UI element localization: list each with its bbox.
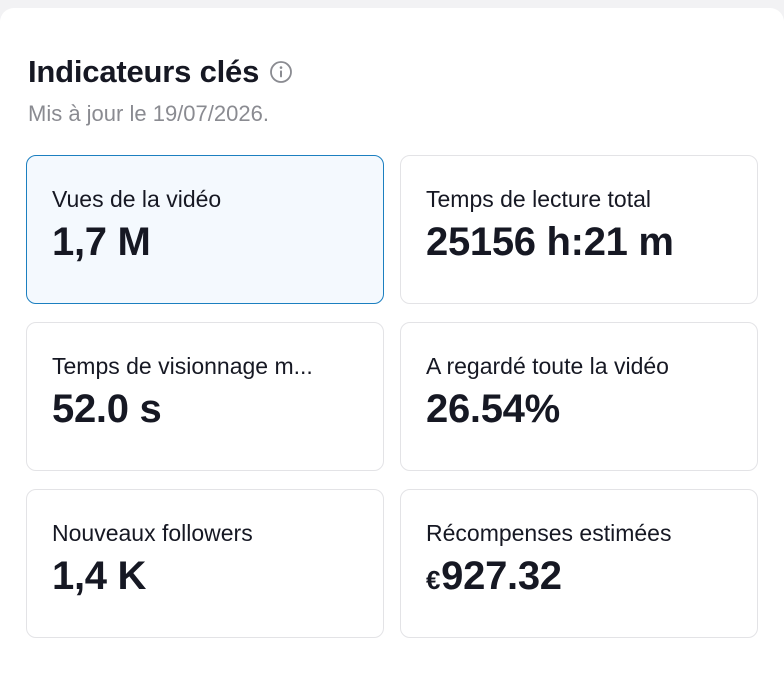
currency-symbol: € [426,565,441,595]
metric-label: Vues de la vidéo [52,186,222,212]
metric-card-video-views[interactable]: Vues de la vidéo 1,7 M [26,155,384,304]
metric-label: Temps de lecture total [426,186,652,212]
last-updated-text: Mis à jour le 19/07/2026. [28,101,269,126]
metric-card-watched-full-video[interactable]: A regardé toute la vidéo 26.54% [400,322,758,471]
panel-title: Indicateurs clés [28,54,260,89]
metric-value: 25156 h:21 m [426,220,674,264]
info-circle-icon[interactable] [269,60,293,84]
metric-card-total-play-time[interactable]: Temps de lecture total 25156 h:21 m [400,155,758,304]
metric-card-estimated-rewards[interactable]: Récompenses estimées €927.32 [400,489,758,638]
metric-label: Nouveaux followers [52,520,253,546]
metric-value: 1,7 M [52,220,151,264]
metric-value: 927.32 [441,554,562,598]
metric-value: 52.0 s [52,387,162,431]
metric-label: A regardé toute la vidéo [426,353,669,379]
panel-header: Indicateurs clés [28,52,293,92]
metric-label: Récompenses estimées [426,520,672,546]
metric-value-wrapper: €927.32 [426,552,733,604]
metrics-grid: Vues de la vidéo 1,7 M Temps de lecture … [26,155,758,638]
metric-card-new-followers[interactable]: Nouveaux followers 1,4 K [26,489,384,638]
metric-label: Temps de visionnage m... [52,353,313,379]
metric-value: 1,4 K [52,554,147,598]
metric-value: 26.54% [426,387,560,431]
metric-card-average-watch-time[interactable]: Temps de visionnage m... 52.0 s [26,322,384,471]
